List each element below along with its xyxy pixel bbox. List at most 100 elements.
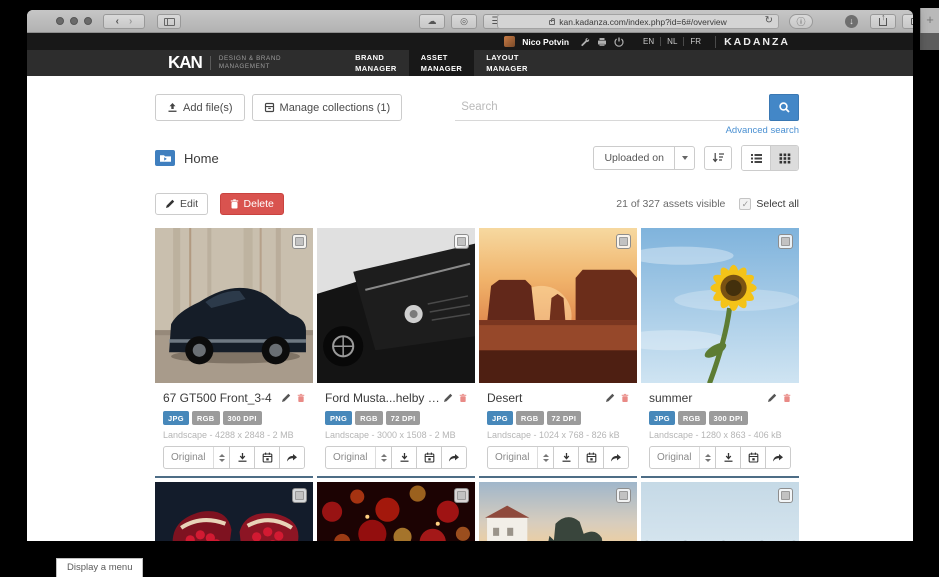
address-bar[interactable]: kan.kadanza.com/index.php?id=6#/overview… (497, 14, 779, 29)
sidebar-toggle-button[interactable] (157, 14, 181, 29)
asset-thumbnail[interactable] (155, 482, 313, 541)
schedule-button[interactable] (578, 447, 603, 468)
back-button[interactable]: ‹ (116, 16, 119, 27)
share-asset-button[interactable] (603, 447, 628, 468)
asset-thumbnail[interactable] (641, 228, 799, 383)
asset-thumbnail[interactable] (155, 228, 313, 383)
download-button[interactable] (715, 447, 740, 468)
kan-logo[interactable]: KAN (168, 53, 202, 74)
search-icon (778, 101, 791, 114)
asset-select-checkbox[interactable] (292, 488, 307, 503)
asset-thumbnail[interactable] (479, 228, 637, 383)
view-toggle-group (741, 145, 799, 171)
privacy-button[interactable]: ◎ (451, 14, 477, 29)
user-avatar[interactable] (504, 36, 515, 47)
edit-pencil-icon[interactable] (281, 393, 291, 403)
breadcrumb-home-label[interactable]: Home (184, 151, 219, 166)
share-arrow-icon (610, 453, 622, 463)
asset-thumbnail[interactable] (641, 482, 799, 541)
schedule-button[interactable] (254, 447, 279, 468)
user-name[interactable]: Nico Potvin (522, 37, 569, 47)
search-input[interactable] (455, 94, 769, 121)
add-files-button[interactable]: Add file(s) (155, 94, 245, 121)
list-view-button[interactable] (742, 146, 770, 170)
lang-en[interactable]: EN (637, 37, 660, 46)
delete-trash-icon[interactable] (297, 393, 305, 403)
print-icon[interactable] (597, 37, 607, 47)
reader-info-button[interactable]: ⓘ (789, 14, 813, 29)
tab-brand-manager[interactable]: BRANDMANAGER (343, 50, 409, 76)
sort-direction-button[interactable] (704, 146, 732, 170)
tab-asset-manager[interactable]: ASSETMANAGER (409, 50, 475, 76)
asset-select-checkbox[interactable] (778, 488, 793, 503)
select-all-checkbox[interactable]: ✓ (739, 198, 751, 210)
breadcrumb[interactable]: Home (155, 150, 219, 166)
tabs-icon (911, 18, 914, 25)
tab-layout-manager[interactable]: LAYOUTMANAGER (474, 50, 540, 76)
delete-trash-icon[interactable] (621, 393, 629, 403)
search-button[interactable] (769, 94, 799, 121)
schedule-button[interactable] (740, 447, 765, 468)
share-asset-button[interactable] (441, 447, 466, 468)
download-button[interactable] (553, 447, 578, 468)
background-window-newtab-button[interactable]: + (920, 8, 939, 33)
share-asset-button[interactable] (765, 447, 790, 468)
asset-thumbnail[interactable] (479, 482, 637, 541)
downloads-button[interactable]: ↓ (845, 15, 858, 28)
asset-image (641, 228, 799, 383)
delete-trash-icon[interactable] (459, 393, 467, 403)
icloud-tabs-button[interactable]: ☁ (419, 14, 445, 29)
asset-card: summer JPGRGB300 DPI Landscape - 1280 x … (641, 228, 799, 478)
download-button[interactable] (391, 447, 416, 468)
delete-trash-icon[interactable] (783, 393, 791, 403)
window-traffic-lights[interactable] (56, 17, 92, 25)
rendition-select[interactable]: Original (326, 447, 391, 468)
forward-button[interactable]: › (129, 16, 132, 27)
tab-overview-button[interactable] (902, 14, 913, 29)
advanced-search-link[interactable]: Advanced search (726, 125, 799, 136)
edit-pencil-icon[interactable] (605, 393, 615, 403)
rendition-select[interactable]: Original (488, 447, 553, 468)
asset-select-checkbox[interactable] (292, 234, 307, 249)
select-all-control[interactable]: ✓ Select all (739, 198, 799, 210)
asset-select-checkbox[interactable] (616, 488, 631, 503)
edit-button[interactable]: Edit (155, 193, 208, 215)
dropdown-caret[interactable] (674, 147, 694, 169)
share-asset-button[interactable] (279, 447, 304, 468)
count-and-select: 21 of 327 assets visible ✓ Select all (616, 198, 799, 210)
share-button[interactable] (870, 14, 896, 29)
settings-wrench-icon[interactable] (580, 37, 590, 47)
sort-field-dropdown[interactable]: Uploaded on (593, 146, 695, 170)
asset-thumbnail[interactable] (317, 482, 475, 541)
lang-nl[interactable]: NL (660, 37, 683, 46)
collections-box-icon (264, 102, 275, 113)
manage-collections-button[interactable]: Manage collections (1) (252, 94, 403, 121)
asset-title[interactable]: 67 GT500 Front_3-4 (163, 391, 281, 405)
asset-meta: Landscape - 3000 x 1508 - 2 MB (325, 430, 467, 440)
edit-pencil-icon[interactable] (443, 393, 453, 403)
asset-select-checkbox[interactable] (778, 234, 793, 249)
asset-select-checkbox[interactable] (454, 488, 469, 503)
rendition-select[interactable]: Original (650, 447, 715, 468)
lang-fr[interactable]: FR (683, 37, 707, 46)
download-button[interactable] (229, 447, 254, 468)
asset-title[interactable]: summer (649, 391, 767, 405)
asset-select-checkbox[interactable] (616, 234, 631, 249)
logout-power-icon[interactable] (614, 37, 624, 47)
rendition-value: Original (333, 452, 367, 463)
rendition-select[interactable]: Original (164, 447, 229, 468)
grid-view-button[interactable] (770, 146, 798, 170)
delete-button[interactable]: Delete (220, 193, 284, 215)
minimize-window-button[interactable] (70, 17, 78, 25)
close-window-button[interactable] (56, 17, 64, 25)
screenshot-stage: + ‹ › ☁ ◎ ☰ kan.kadanza.com/index.php?id… (0, 0, 939, 577)
reload-icon[interactable]: ↻ (765, 15, 773, 26)
asset-select-checkbox[interactable] (454, 234, 469, 249)
asset-thumbnail[interactable] (317, 228, 475, 383)
asset-title[interactable]: Ford Musta...helby 1969 (325, 391, 443, 405)
edit-pencil-icon[interactable] (767, 393, 777, 403)
zoom-window-button[interactable] (84, 17, 92, 25)
asset-title[interactable]: Desert (487, 391, 605, 405)
asset-card: Ford Musta...helby 1969 PNGRGB72 DPI Lan… (317, 228, 475, 478)
schedule-button[interactable] (416, 447, 441, 468)
